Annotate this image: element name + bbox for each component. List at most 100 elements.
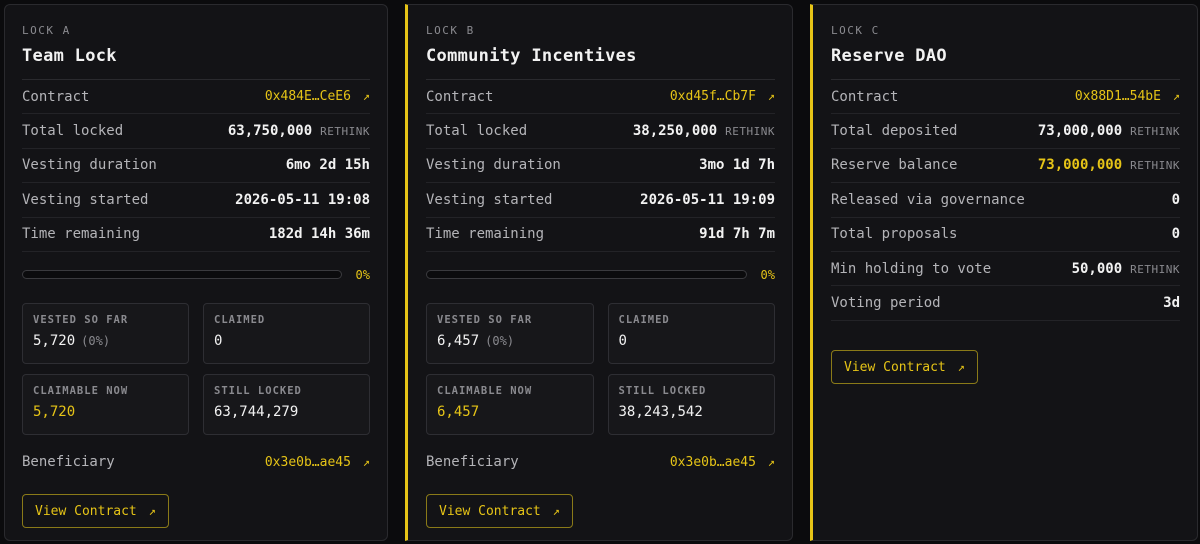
stat-label: CLAIMABLE NOW [437,384,533,397]
row-label: Total locked [426,123,528,140]
lock-tag: LOCK A [22,24,71,37]
contract-label: Contract [831,88,899,105]
stat-label: VESTED SO FAR [33,313,129,326]
stat-value: 38,243,542 [618,403,703,420]
row-label: Time remaining [22,226,141,243]
external-link-icon: ↗ [957,359,965,374]
total-proposals-row: Total proposals 0 [831,218,1180,252]
token-unit: RETHINK [1130,125,1180,139]
row-value: 73,000,000 RETHINK [1037,157,1180,174]
stat-label: CLAIMABLE NOW [33,384,129,397]
row-label: Time remaining [426,226,545,243]
contract-label: Contract [22,88,90,105]
lock-tag: LOCK B [426,24,475,37]
external-link-icon: ↗ [1172,89,1180,104]
lock-tag: LOCK C [831,24,880,37]
vesting-started-row: Vesting started 2026-05-11 19:09 [426,183,775,218]
external-link-icon: ↗ [148,504,156,519]
row-label: Total deposited [831,123,958,140]
token-unit: RETHINK [320,125,370,139]
beneficiary-label: Beneficiary [22,454,115,471]
vested-so-far-stat: VESTED SO FAR 6,457 (0%) [426,302,594,364]
claimable-now-stat: CLAIMABLE NOW 5,720 [22,373,189,435]
contract-link[interactable]: 0x88D1…54bE ↗ [1075,89,1180,104]
claimed-stat: CLAIMED 0 [607,302,775,364]
stat-value: 6,457 (0%) [437,332,515,349]
vested-so-far-stat: VESTED SO FAR 5,720 (0%) [22,302,189,364]
claimed-stat: CLAIMED 0 [203,302,370,364]
lock-card-community: LOCK B Community Incentives Contract 0xd… [405,4,793,541]
external-link-icon: ↗ [767,89,775,104]
contract-row: Contract 0x484E…CeE6 ↗ [22,80,370,115]
lock-title: Community Incentives [426,46,637,66]
external-link-icon: ↗ [767,454,775,469]
row-label: Min holding to vote [831,260,992,277]
contract-label: Contract [426,88,494,105]
row-value: 6mo 2d 15h [285,157,370,174]
row-value: 38,250,000 RETHINK [632,123,775,140]
reserve-balance-row: Reserve balance 73,000,000 RETHINK [831,149,1180,184]
token-unit: RETHINK [1130,159,1180,173]
row-value: 0 [1171,226,1180,243]
stat-label: CLAIMED [214,313,266,326]
stat-value: 5,720 (0%) [33,332,111,349]
lock-title: Reserve DAO [831,46,947,66]
progress-track [22,270,342,280]
row-value: 50,000 RETHINK [1071,260,1180,277]
stat-value: 5,720 [33,403,76,420]
progress-track [426,270,747,280]
contract-row: Contract 0x88D1…54bE ↗ [831,80,1180,115]
beneficiary-link[interactable]: 0x3e0b…ae45 ↗ [265,455,370,470]
row-label: Total locked [22,123,124,140]
row-label: Released via governance [831,191,1025,208]
beneficiary-link[interactable]: 0x3e0b…ae45 ↗ [670,455,775,470]
row-value: 0 [1171,191,1180,208]
row-value: 91d 7h 7m [699,226,775,243]
contract-link[interactable]: 0x484E…CeE6 ↗ [265,89,370,104]
row-value: 182d 14h 36m [268,226,370,243]
row-label: Voting period [831,295,941,312]
row-value: 3mo 1d 7h [699,157,775,174]
time-remaining-row: Time remaining 182d 14h 36m [22,218,370,252]
token-unit: RETHINK [725,125,775,139]
stat-value: 63,744,279 [214,403,299,420]
view-contract-button[interactable]: View Contract ↗ [22,494,169,529]
lock-title: Team Lock [22,46,117,66]
lock-card-reserve-dao: LOCK C Reserve DAO Contract 0x88D1…54bE … [810,4,1198,541]
total-locked-row: Total locked 63,750,000 RETHINK [22,114,370,149]
view-contract-button[interactable]: View Contract ↗ [426,494,573,529]
row-label: Vesting started [22,191,149,208]
claimable-now-stat: CLAIMABLE NOW 6,457 [426,373,594,435]
external-link-icon: ↗ [552,504,560,519]
stat-value: 0 [618,332,627,349]
row-value: 2026-05-11 19:09 [640,191,775,208]
beneficiary-row: Beneficiary 0x3e0b…ae45 ↗ [426,445,775,479]
row-value: 63,750,000 RETHINK [227,123,370,140]
beneficiary-row: Beneficiary 0x3e0b…ae45 ↗ [22,445,370,479]
vesting-progress: 0% [426,265,775,285]
total-locked-row: Total locked 38,250,000 RETHINK [426,114,775,149]
vesting-stats: VESTED SO FAR 5,720 (0%) CLAIMED 0 CLAIMA… [22,302,370,435]
stat-label: VESTED SO FAR [437,313,533,326]
total-deposited-row: Total deposited 73,000,000 RETHINK [831,114,1180,149]
row-value: 3d [1163,295,1180,312]
view-contract-button[interactable]: View Contract ↗ [831,349,978,384]
contract-link[interactable]: 0xd45f…Cb7F ↗ [670,89,775,104]
vesting-duration-row: Vesting duration 3mo 1d 7h [426,149,775,184]
still-locked-stat: STILL LOCKED 38,243,542 [607,373,775,435]
row-label: Total proposals [831,226,958,243]
released-governance-row: Released via governance 0 [831,183,1180,218]
vesting-duration-row: Vesting duration 6mo 2d 15h [22,149,370,184]
min-holding-row: Min holding to vote 50,000 RETHINK [831,252,1180,287]
row-label: Vesting duration [426,157,561,174]
vesting-stats: VESTED SO FAR 6,457 (0%) CLAIMED 0 CLAIMA… [426,302,775,435]
progress-percent: 0% [355,267,370,282]
lock-dashboard: LOCK A Team Lock Contract 0x484E…CeE6 ↗ … [0,0,1200,544]
progress-percent: 0% [760,267,775,282]
beneficiary-label: Beneficiary [426,454,519,471]
row-label: Reserve balance [831,157,958,174]
contract-row: Contract 0xd45f…Cb7F ↗ [426,80,775,115]
stat-label: STILL LOCKED [618,384,707,397]
external-link-icon: ↗ [362,89,370,104]
row-label: Vesting duration [22,157,157,174]
